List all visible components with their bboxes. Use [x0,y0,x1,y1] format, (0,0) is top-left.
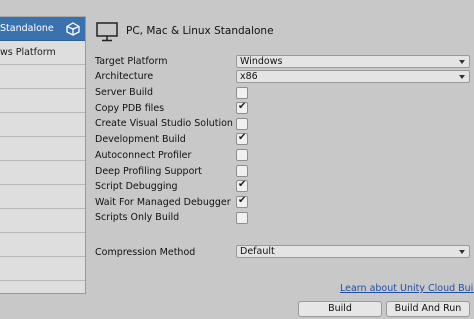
dropdown-arrow-icon [459,75,465,79]
learn-cloud-build-link[interactable]: Learn about Unity Cloud Build [340,283,474,294]
platform-item-windows-store[interactable]: ws Platform [0,41,85,65]
compression-method-value: Default [240,246,275,257]
compression-method-label: Compression Method [95,247,196,258]
platform-item[interactable] [0,161,85,185]
script-debugging-label: Script Debugging [95,181,178,192]
page-title: PC, Mac & Linux Standalone [126,25,274,37]
create-vs-solution-label: Create Visual Studio Solution [95,118,233,129]
platform-item[interactable] [0,113,85,137]
platform-list: Standalone ws Platform [0,16,86,294]
target-platform-dropdown[interactable]: Windows [236,55,470,68]
autoconnect-profiler-label: Autoconnect Profiler [95,150,192,161]
deep-profiling-label: Deep Profiling Support [95,166,203,177]
target-platform-label: Target Platform [95,56,168,67]
checkmark-icon: ✔ [238,101,247,112]
platform-item-label: ws Platform [0,47,56,58]
platform-item[interactable] [0,65,85,89]
build-button[interactable]: Build [298,301,382,317]
build-and-run-button[interactable]: Build And Run [386,301,470,317]
architecture-label: Architecture [95,71,154,82]
scripts-only-build-label: Scripts Only Build [95,212,180,223]
platform-item[interactable] [0,257,85,281]
platform-item[interactable] [0,209,85,233]
platform-item[interactable] [0,185,85,209]
platform-item[interactable] [0,89,85,113]
architecture-dropdown[interactable]: x86 [236,70,470,83]
checkmark-icon: ✔ [238,132,247,143]
dropdown-arrow-icon [459,60,465,64]
deep-profiling-checkbox[interactable] [236,165,248,177]
checkmark-icon: ✔ [238,179,247,190]
wait-managed-debugger-label: Wait For Managed Debugger [95,197,231,208]
server-build-checkbox[interactable] [236,87,248,99]
platform-item-standalone[interactable]: Standalone [0,17,85,41]
autoconnect-profiler-checkbox[interactable] [236,149,248,161]
server-build-label: Server Build [95,87,154,98]
dropdown-arrow-icon [459,250,465,254]
script-debugging-checkbox[interactable]: ✔ [236,179,248,192]
architecture-value: x86 [240,71,258,82]
unity-logo-icon [66,22,80,36]
copy-pdb-label: Copy PDB files [95,103,165,114]
platform-item-label: Standalone [0,23,54,34]
development-build-label: Development Build [95,134,186,145]
platform-item[interactable] [0,137,85,161]
platform-item[interactable] [0,233,85,257]
target-platform-value: Windows [240,56,283,67]
scripts-only-build-checkbox[interactable] [236,212,248,224]
copy-pdb-checkbox[interactable]: ✔ [236,101,248,114]
checkmark-icon: ✔ [238,195,247,206]
wait-managed-debugger-checkbox[interactable]: ✔ [236,195,248,208]
development-build-checkbox[interactable]: ✔ [236,132,248,145]
compression-method-dropdown[interactable]: Default [236,245,470,258]
create-vs-solution-checkbox[interactable] [236,118,248,130]
monitor-icon [96,22,118,42]
